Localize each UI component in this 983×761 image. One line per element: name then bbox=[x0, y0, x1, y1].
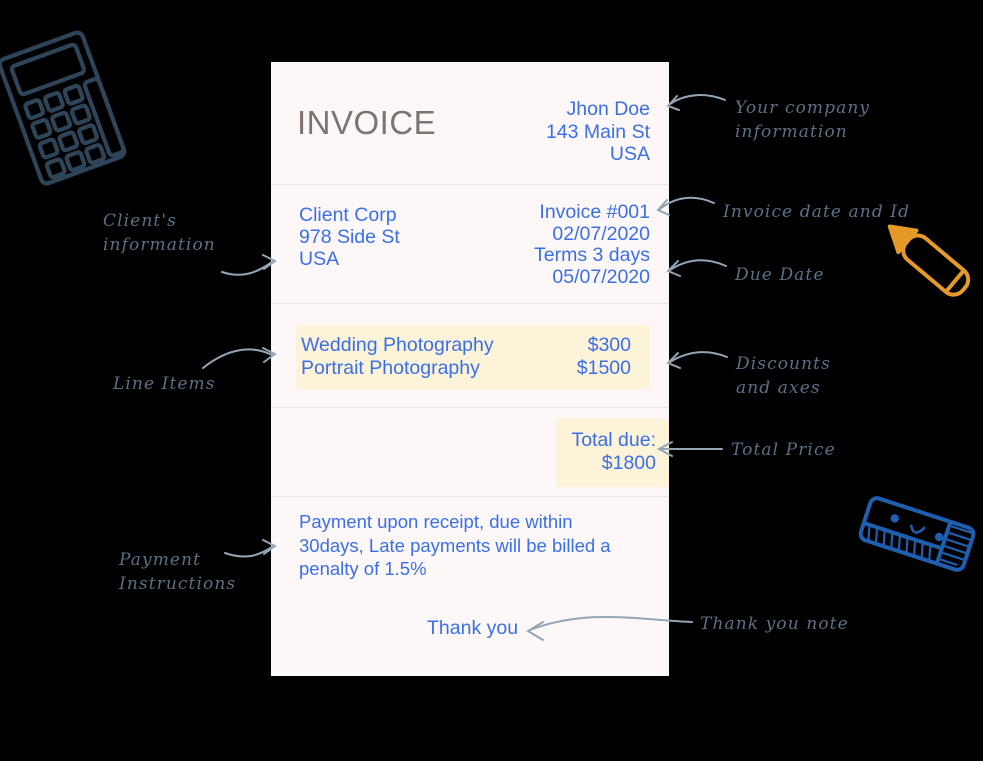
invoice-card: INVOICE Jhon Doe 143 Main St USA Client … bbox=[271, 62, 669, 676]
annotation-thank-you-note: Thank you note bbox=[700, 614, 849, 634]
total-due-block: Total due: $1800 bbox=[556, 419, 669, 487]
invoice-due-date: 05/07/2020 bbox=[552, 265, 650, 288]
annotation-due-date: Due Date bbox=[735, 265, 825, 285]
total-due-label: Total due: bbox=[571, 429, 656, 451]
company-name: Jhon Doe bbox=[566, 98, 650, 120]
arrow-to-due-date bbox=[666, 259, 727, 277]
section-divider bbox=[271, 407, 669, 408]
pencil-icon bbox=[887, 224, 971, 297]
line-items-table: Wedding Photography $300 Portrait Photog… bbox=[296, 325, 650, 389]
invoice-terms: Terms 3 days bbox=[534, 244, 650, 266]
annotation-company-information: Your company information bbox=[735, 98, 871, 142]
infographic-canvas: INVOICE Jhon Doe 143 Main St USA Client … bbox=[0, 0, 983, 761]
company-street: 143 Main St bbox=[545, 120, 650, 143]
line-item-description: Wedding Photography bbox=[301, 334, 494, 356]
thank-you-text: Thank you bbox=[427, 617, 519, 639]
table-row: Wedding Photography $300 bbox=[296, 334, 650, 357]
eraser-icon bbox=[858, 496, 976, 572]
line-item-amount: $300 bbox=[587, 334, 631, 356]
section-divider bbox=[271, 496, 669, 497]
arrow-to-client bbox=[221, 254, 277, 276]
annotation-payment-instructions: Payment Instructions bbox=[119, 550, 237, 594]
section-divider bbox=[271, 184, 669, 185]
total-due-amount: $1800 bbox=[601, 452, 656, 474]
invoice-number: Invoice #001 bbox=[539, 201, 650, 223]
annotation-line-items: Line Items bbox=[113, 374, 216, 394]
company-country: USA bbox=[609, 143, 650, 165]
calculator-icon bbox=[0, 30, 127, 186]
annotation-total-price: Total Price bbox=[731, 440, 836, 460]
table-row: Portrait Photography $1500 bbox=[296, 357, 650, 380]
client-country: USA bbox=[299, 248, 340, 270]
annotation-discounts-and-taxes: Discounts and axes bbox=[736, 354, 831, 398]
client-information-block: Client Corp 978 Side St USA bbox=[299, 204, 400, 270]
section-divider bbox=[271, 303, 669, 304]
arrow-to-line-items bbox=[202, 347, 277, 369]
arrow-to-company bbox=[666, 94, 726, 111]
line-item-amount: $1500 bbox=[576, 356, 631, 379]
invoice-meta-block: Invoice #001 02/07/2020 Terms 3 days 05/… bbox=[534, 201, 650, 288]
payment-terms-text: Payment upon receipt, due within 30days,… bbox=[299, 511, 611, 579]
arrow-to-discounts bbox=[666, 351, 728, 369]
page-title: INVOICE bbox=[297, 104, 437, 141]
line-item-description: Portrait Photography bbox=[301, 356, 480, 379]
client-street: 978 Side St bbox=[299, 226, 400, 248]
invoice-date: 02/07/2020 bbox=[552, 222, 650, 245]
company-information-block: Jhon Doe 143 Main St USA bbox=[546, 98, 650, 166]
annotation-client-information: Client's information bbox=[103, 211, 216, 255]
client-name: Client Corp bbox=[299, 204, 397, 226]
annotation-invoice-date-and-id: Invoice date and Id bbox=[723, 202, 911, 222]
